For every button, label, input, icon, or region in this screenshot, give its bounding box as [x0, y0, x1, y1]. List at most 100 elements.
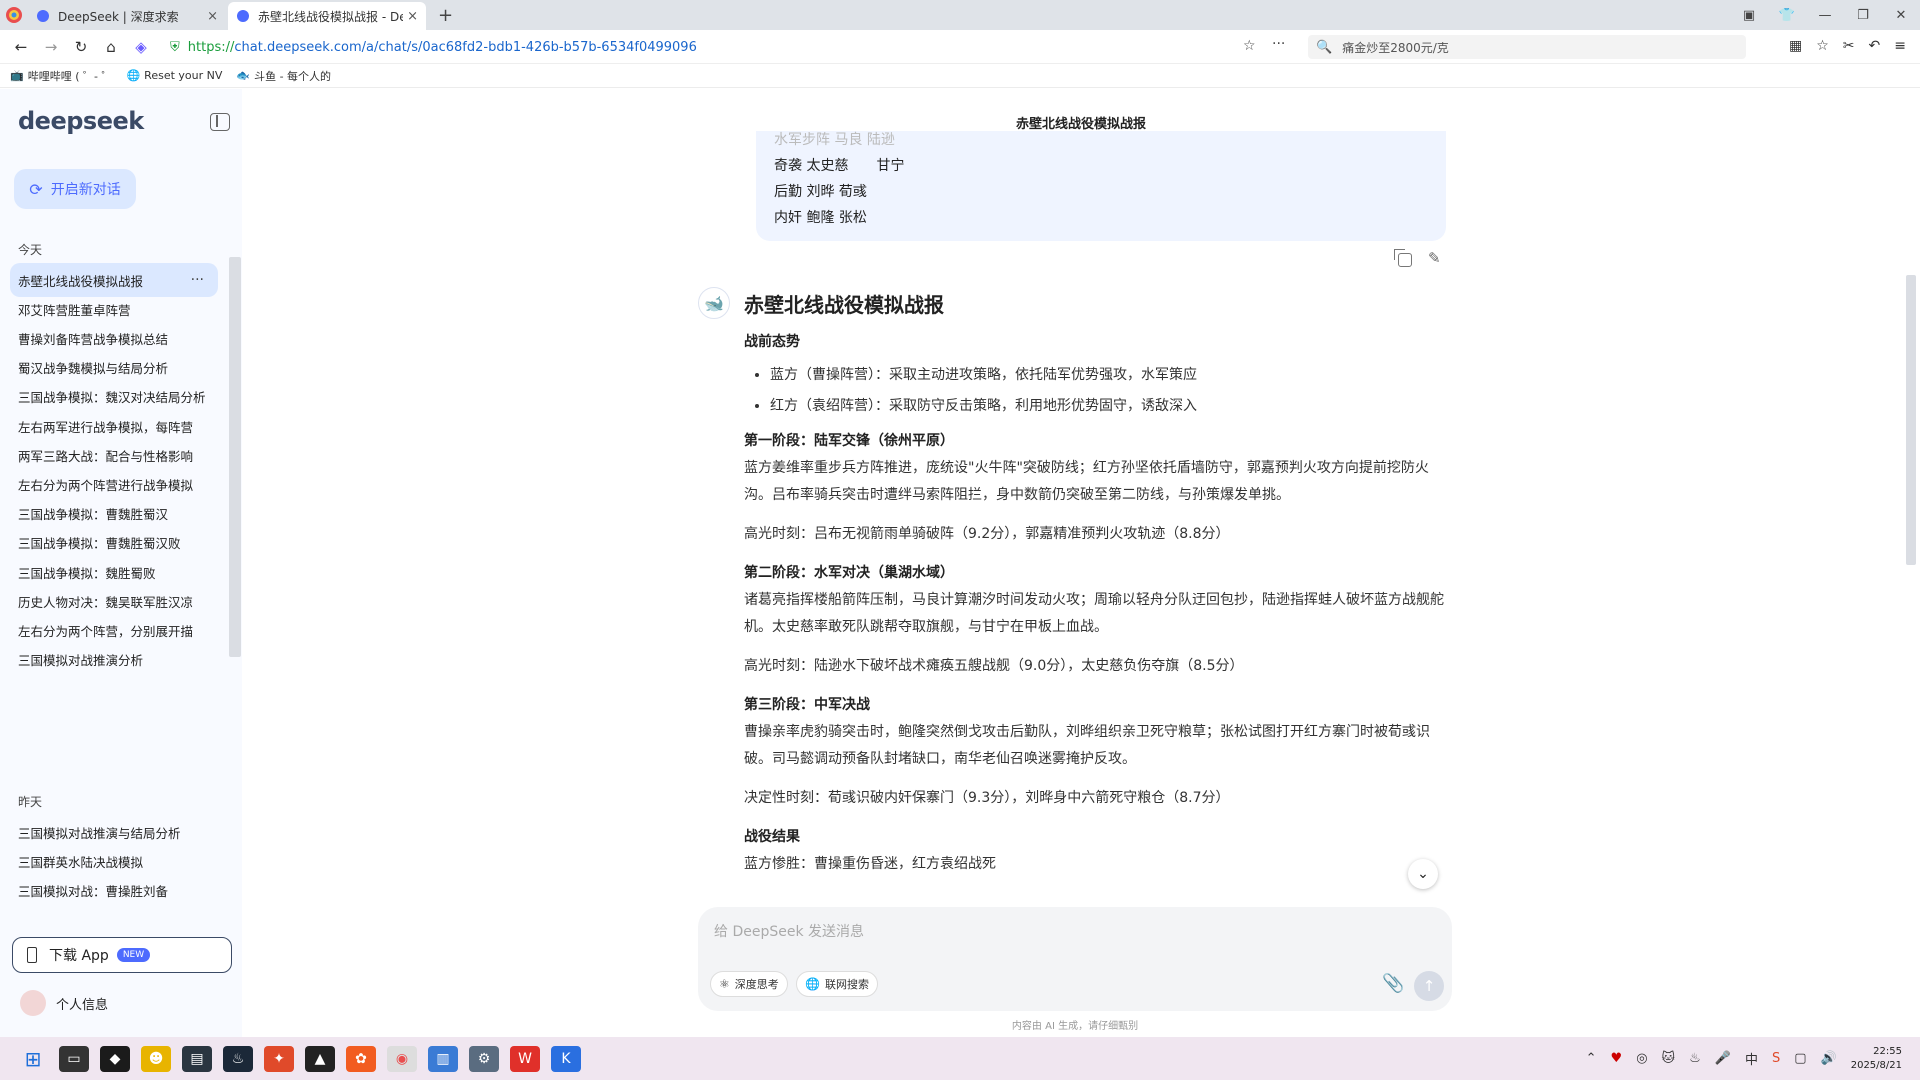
- tab-deepseek-home[interactable]: DeepSeek | 深度求索 ×: [28, 2, 226, 30]
- scroll-down-button[interactable]: ⌄: [1408, 859, 1438, 889]
- profile-button[interactable]: 个人信息: [20, 990, 108, 1016]
- clock[interactable]: 22:55 2025/8/21: [1851, 1045, 1902, 1073]
- browser-tab-bar: DeepSeek | 深度求索 × 赤壁北线战役模拟战报 - Dee × + ▣…: [0, 0, 1920, 30]
- history-item-label: 曹操刘备阵营战争模拟总结: [18, 331, 169, 347]
- attach-icon[interactable]: 📎: [1382, 973, 1404, 994]
- browser-logo-icon[interactable]: [0, 0, 28, 30]
- history-item-label: 邓艾阵营胜董卓阵营: [18, 302, 131, 318]
- paragraph: 决定性时刻：荀彧识破内奸保寨门（9.3分），刘晔身中六箭死守粮仓（8.7分）: [744, 790, 1230, 806]
- tab-active-chat[interactable]: 赤壁北线战役模拟战报 - Dee ×: [228, 2, 426, 30]
- steam-icon[interactable]: ♨: [223, 1045, 253, 1072]
- microphone-icon[interactable]: 🎤: [1715, 1051, 1731, 1066]
- home-icon[interactable]: ⌂: [96, 38, 126, 56]
- ime-indicator[interactable]: 中: [1745, 1049, 1758, 1068]
- bookmark-bilibili[interactable]: 📺 哔哩哔哩 ( ゜- ゜: [10, 68, 112, 84]
- tray-sogou-icon[interactable]: S: [1772, 1051, 1780, 1066]
- history-item-label: 左右两军进行战争模拟，每阵营: [18, 419, 194, 435]
- tab-title: DeepSeek | 深度求索: [58, 9, 179, 24]
- fish-icon: 🐟: [236, 69, 251, 82]
- web-search-label: 联网搜索: [824, 978, 869, 991]
- app-orange-icon[interactable]: ✦: [264, 1045, 294, 1072]
- edit-icon[interactable]: ✎: [1428, 249, 1441, 267]
- collapse-sidebar-icon[interactable]: [210, 113, 230, 131]
- message-input-box[interactable]: 给 DeepSeek 发送消息 ⚛ 深度思考 🌐 联网搜索 📎 ↑: [698, 907, 1452, 1011]
- scissors-icon[interactable]: ✂: [1843, 38, 1855, 54]
- clock-date: 2025/8/21: [1850, 1059, 1902, 1071]
- send-button[interactable]: ↑: [1414, 971, 1444, 1001]
- section-title: 战前态势: [744, 334, 800, 350]
- history-item-label: 三国战争模拟：曹魏胜蜀汉败: [18, 536, 181, 552]
- ai-assistant-icon[interactable]: ◈: [126, 38, 156, 56]
- user-message-line: 奇袭 太史慈 甘宁: [774, 158, 905, 174]
- section-title: 战役结果: [744, 829, 800, 845]
- app-k-icon[interactable]: K: [551, 1045, 581, 1072]
- deepseek-logo[interactable]: deepseek: [18, 107, 144, 135]
- more-options-icon[interactable]: ···: [191, 272, 204, 288]
- minimize-icon[interactable]: —: [1806, 8, 1844, 23]
- windows-start-icon[interactable]: ⊞: [18, 1046, 48, 1072]
- app-ide-icon[interactable]: ◆: [100, 1045, 130, 1072]
- paragraph: 蓝方姜维率重步兵方阵推进，庞统设"火牛阵"突破防线；红方孙坚依托盾墙防守，郭嘉预…: [744, 460, 1429, 503]
- chevron-up-icon[interactable]: ⌃: [1586, 1051, 1597, 1066]
- favorites-icon[interactable]: ☆: [1816, 38, 1829, 54]
- apps-grid-icon[interactable]: ▦: [1789, 38, 1802, 54]
- notepad-icon[interactable]: ▥: [428, 1045, 458, 1072]
- history-item[interactable]: 三国模拟对战推演分析: [10, 643, 218, 677]
- message-input[interactable]: 给 DeepSeek 发送消息: [714, 921, 864, 941]
- wps-icon[interactable]: W: [510, 1045, 540, 1072]
- web-search-toggle[interactable]: 🌐 联网搜索: [796, 971, 878, 997]
- forward-icon[interactable]: →: [36, 38, 66, 56]
- menu-icon[interactable]: ≡: [1894, 38, 1906, 54]
- back-icon[interactable]: ←: [6, 38, 36, 56]
- globe-icon: 🌐: [126, 69, 141, 82]
- app-fox-icon[interactable]: ✿: [346, 1045, 376, 1072]
- history-item-label: 三国群英水陆决战模拟: [18, 854, 144, 870]
- network-icon[interactable]: ▢: [1794, 1051, 1806, 1066]
- assistant-response: 赤壁北线战役模拟战报 战前态势 蓝方（曹操阵营）：采取主动进攻策略，依托陆军优势…: [744, 289, 1456, 890]
- new-badge: NEW: [116, 948, 151, 962]
- bookmark-star-icon[interactable]: ☆: [1243, 38, 1256, 54]
- deepseek-favicon-icon: [37, 10, 49, 22]
- new-chat-label: 开启新对话: [50, 182, 121, 198]
- browser-taskbar-icon[interactable]: ◉: [387, 1045, 417, 1072]
- bookmark-nvidia[interactable]: 🌐 Reset your NV: [126, 69, 222, 82]
- main-scrollbar[interactable]: [1906, 275, 1916, 565]
- volume-icon[interactable]: 🔊: [1821, 1051, 1837, 1066]
- user-message-line: 水军步阵 马良 陆逊: [774, 132, 895, 148]
- task-view-icon[interactable]: ▭: [59, 1045, 89, 1072]
- reload-icon[interactable]: ↻: [66, 38, 96, 56]
- download-app-button[interactable]: 下载 App NEW: [12, 937, 232, 973]
- tab-count-icon[interactable]: ▣: [1730, 8, 1768, 23]
- tab-close-icon[interactable]: ×: [207, 9, 218, 24]
- tray-record-icon[interactable]: ◎: [1636, 1051, 1647, 1066]
- bookmark-douyu[interactable]: 🐟 斗鱼 - 每个人的: [236, 68, 331, 84]
- app-game-icon[interactable]: ☻: [141, 1045, 171, 1072]
- skin-icon[interactable]: 👕: [1768, 8, 1806, 23]
- new-chat-button[interactable]: ⟳ 开启新对话: [14, 169, 136, 209]
- app-terminal-icon[interactable]: ▤: [182, 1045, 212, 1072]
- tray-cat-icon[interactable]: 🐱: [1662, 1051, 1676, 1066]
- user-message-bubble: 水军步阵 马良 陆逊 奇袭 太史慈 甘宁 后勤 刘晔 荀彧 内奸 鲍隆 张松: [756, 131, 1446, 241]
- tray-app-icon[interactable]: ♥: [1611, 1051, 1623, 1066]
- maximize-icon[interactable]: ❐: [1844, 8, 1882, 23]
- undo-icon[interactable]: ↶: [1869, 38, 1881, 54]
- section-title: 第二阶段：水军对决（巢湖水域）: [744, 565, 954, 581]
- search-box[interactable]: 🔍 痛金炒至2800元/克: [1308, 35, 1746, 59]
- deepseek-favicon-icon: [237, 10, 249, 22]
- settings-gear-icon[interactable]: ⚙: [469, 1045, 499, 1072]
- app-delta-icon[interactable]: ▲: [305, 1045, 335, 1072]
- atom-icon: ⚛: [719, 977, 730, 991]
- sidebar-scrollbar[interactable]: [229, 257, 241, 657]
- group-label-yesterday: 昨天: [18, 795, 43, 809]
- deep-think-toggle[interactable]: ⚛ 深度思考: [710, 971, 788, 997]
- paragraph: 高光时刻：吕布无视箭雨单骑破阵（9.2分），郭嘉精准预判火攻轨迹（8.8分）: [744, 526, 1230, 542]
- copy-icon[interactable]: [1394, 249, 1412, 267]
- tab-close-icon[interactable]: ×: [407, 9, 418, 24]
- address-bar[interactable]: ⛨ https://chat.deepseek.com/a/chat/s/0ac…: [170, 34, 1300, 60]
- history-item[interactable]: 三国模拟对战：曹操胜刘备: [10, 873, 218, 907]
- tray-steam-icon[interactable]: ♨: [1689, 1051, 1701, 1066]
- more-icon[interactable]: ···: [1272, 36, 1285, 52]
- close-window-icon[interactable]: ✕: [1882, 8, 1920, 23]
- history-item-label: 三国战争模拟：魏汉对决结局分析: [18, 390, 206, 406]
- new-tab-button[interactable]: +: [428, 2, 463, 30]
